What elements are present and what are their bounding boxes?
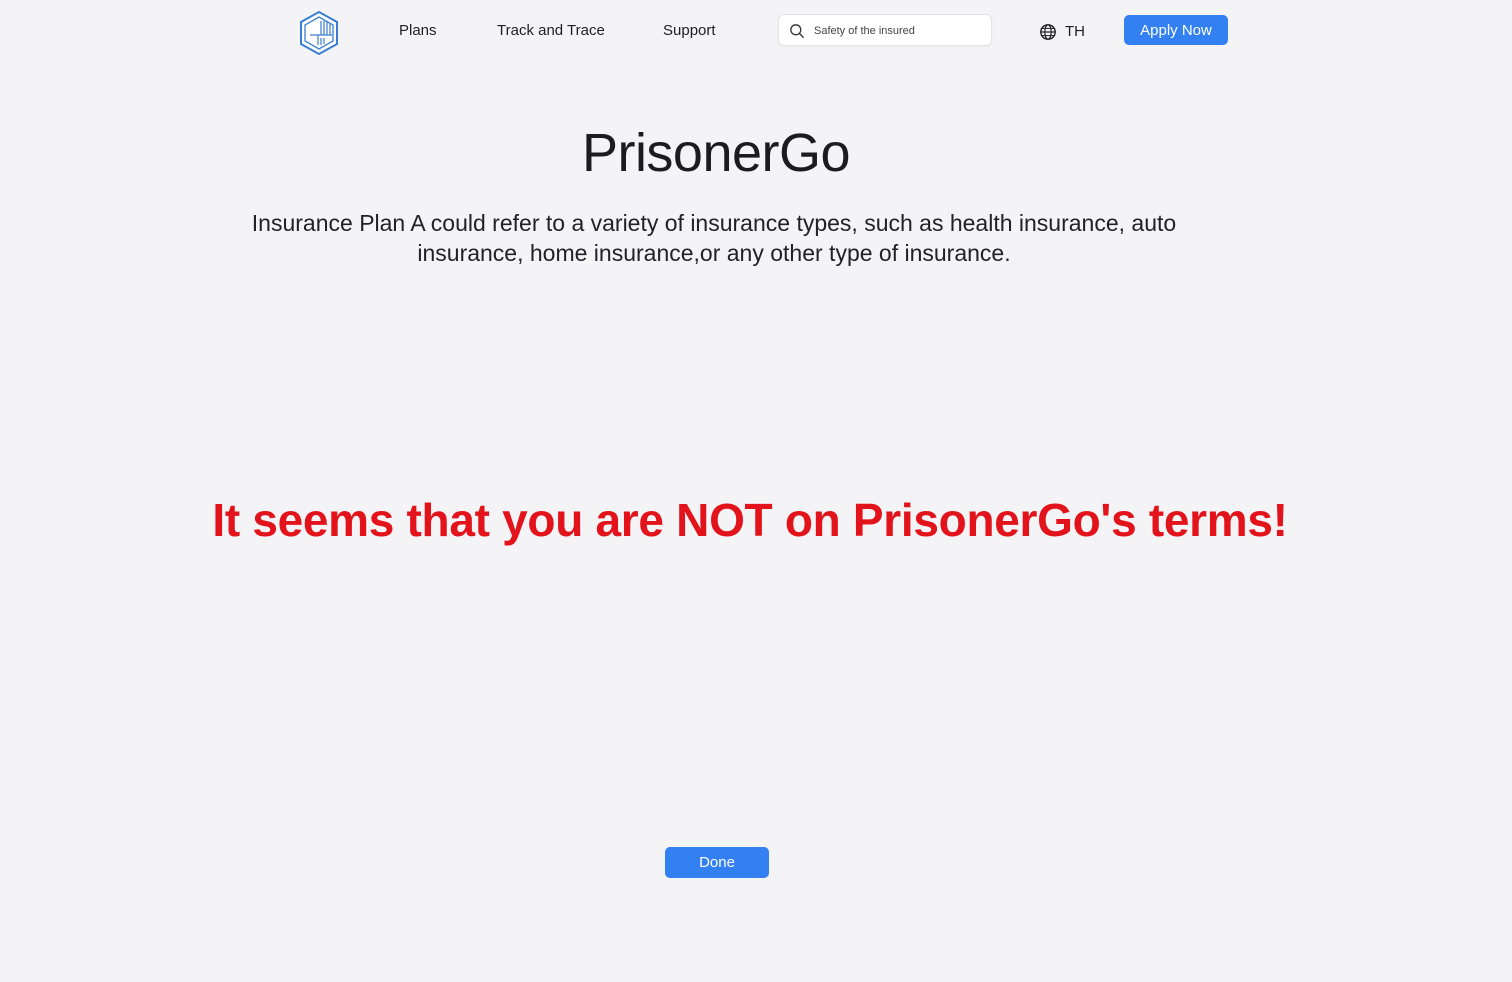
warning-emphasis: NOT [676, 494, 773, 546]
apply-now-button[interactable]: Apply Now [1124, 15, 1228, 45]
nav-link-support[interactable]: Support [663, 21, 716, 41]
language-selector[interactable]: TH [1039, 22, 1085, 42]
search-box[interactable] [778, 14, 992, 46]
search-icon [789, 23, 805, 39]
nav-link-track-and-trace[interactable]: Track and Trace [497, 21, 605, 41]
search-input[interactable] [814, 21, 984, 41]
warning-text-before: It seems that you are [212, 494, 677, 546]
page-title: PrisonerGo [581, 123, 851, 183]
nav-link-plans[interactable]: Plans [399, 21, 437, 41]
terms-warning-message: It seems that you are NOT on PrisonerGo'… [0, 490, 1500, 550]
plan-description: Insurance Plan A could refer to a variet… [251, 210, 1177, 266]
top-nav: Plans Track and Trace Support TH Apply N… [0, 0, 1512, 62]
warning-text-after: on PrisonerGo's terms! [772, 494, 1288, 546]
logo-icon[interactable] [299, 10, 339, 56]
done-button[interactable]: Done [665, 847, 769, 878]
globe-icon [1039, 23, 1057, 41]
language-label: TH [1065, 23, 1085, 40]
